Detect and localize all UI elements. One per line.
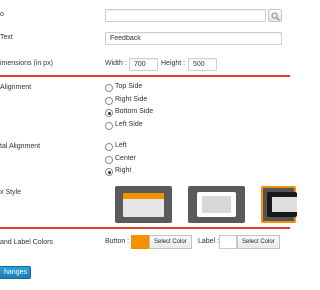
magnifier-icon bbox=[271, 12, 280, 21]
style-option-light-frame[interactable] bbox=[188, 186, 245, 223]
top-bar-accent bbox=[123, 193, 164, 199]
divider-bottom bbox=[0, 227, 290, 229]
vertical-alignment-option-label: Right Side bbox=[115, 95, 148, 103]
label-color-swatch bbox=[219, 235, 237, 249]
horizontal-alignment-radio-button[interactable] bbox=[105, 143, 113, 151]
vertical-alignment-radio-button[interactable] bbox=[105, 84, 113, 92]
colors-row-label: and Label Colors bbox=[0, 239, 53, 246]
dark-frame-inner bbox=[272, 197, 297, 212]
horizontal-alignment-option-label: Left bbox=[115, 142, 127, 149]
vertical-alignment-option-label: Top Side bbox=[115, 83, 143, 90]
width-input[interactable] bbox=[129, 58, 158, 71]
horizontal-alignment-option-label: Center bbox=[115, 154, 137, 162]
light-frame-inner bbox=[202, 196, 231, 213]
save-changes-button[interactable]: hanges bbox=[0, 266, 31, 279]
vertical-alignment-option-label: Left Side bbox=[115, 120, 143, 128]
horizontal-alignment-label: tal Alignment bbox=[0, 143, 41, 150]
box-style-label: x Style bbox=[0, 189, 22, 196]
text-row-label: Text bbox=[0, 34, 13, 41]
button-color-swatch bbox=[131, 235, 149, 249]
feedback-text-input[interactable] bbox=[105, 32, 282, 45]
vertical-alignment-radio-button[interactable] bbox=[105, 96, 113, 105]
vertical-alignment-radio-button[interactable] bbox=[105, 121, 113, 130]
divider-top bbox=[0, 75, 290, 77]
dimensions-row-label: imensions (in px) bbox=[0, 60, 53, 67]
style-option-top-bar[interactable] bbox=[115, 186, 172, 223]
horizontal-alignment-option-label: Right bbox=[115, 167, 132, 174]
button-color-label: Button : bbox=[105, 238, 130, 245]
label-color-label: Label : bbox=[198, 238, 220, 245]
image-url-input[interactable] bbox=[105, 9, 266, 22]
browse-image-button[interactable] bbox=[268, 9, 282, 22]
height-label: Height : bbox=[161, 60, 186, 67]
vertical-alignment-radio-button[interactable] bbox=[105, 109, 113, 117]
label-select-color-button[interactable]: Select Color bbox=[237, 235, 280, 249]
vertical-alignment-label: Alignment bbox=[0, 84, 32, 91]
horizontal-alignment-radio-button[interactable] bbox=[105, 168, 113, 176]
button-select-color-button[interactable]: Select Color bbox=[149, 235, 192, 249]
style-option-dark-frame[interactable] bbox=[261, 186, 297, 223]
horizontal-alignment-radio-button[interactable] bbox=[105, 155, 113, 164]
height-input[interactable] bbox=[188, 58, 217, 71]
width-label: Width : bbox=[105, 60, 127, 67]
image-row-label: o bbox=[0, 11, 4, 18]
vertical-alignment-option-label: Bottom Side bbox=[115, 108, 154, 115]
